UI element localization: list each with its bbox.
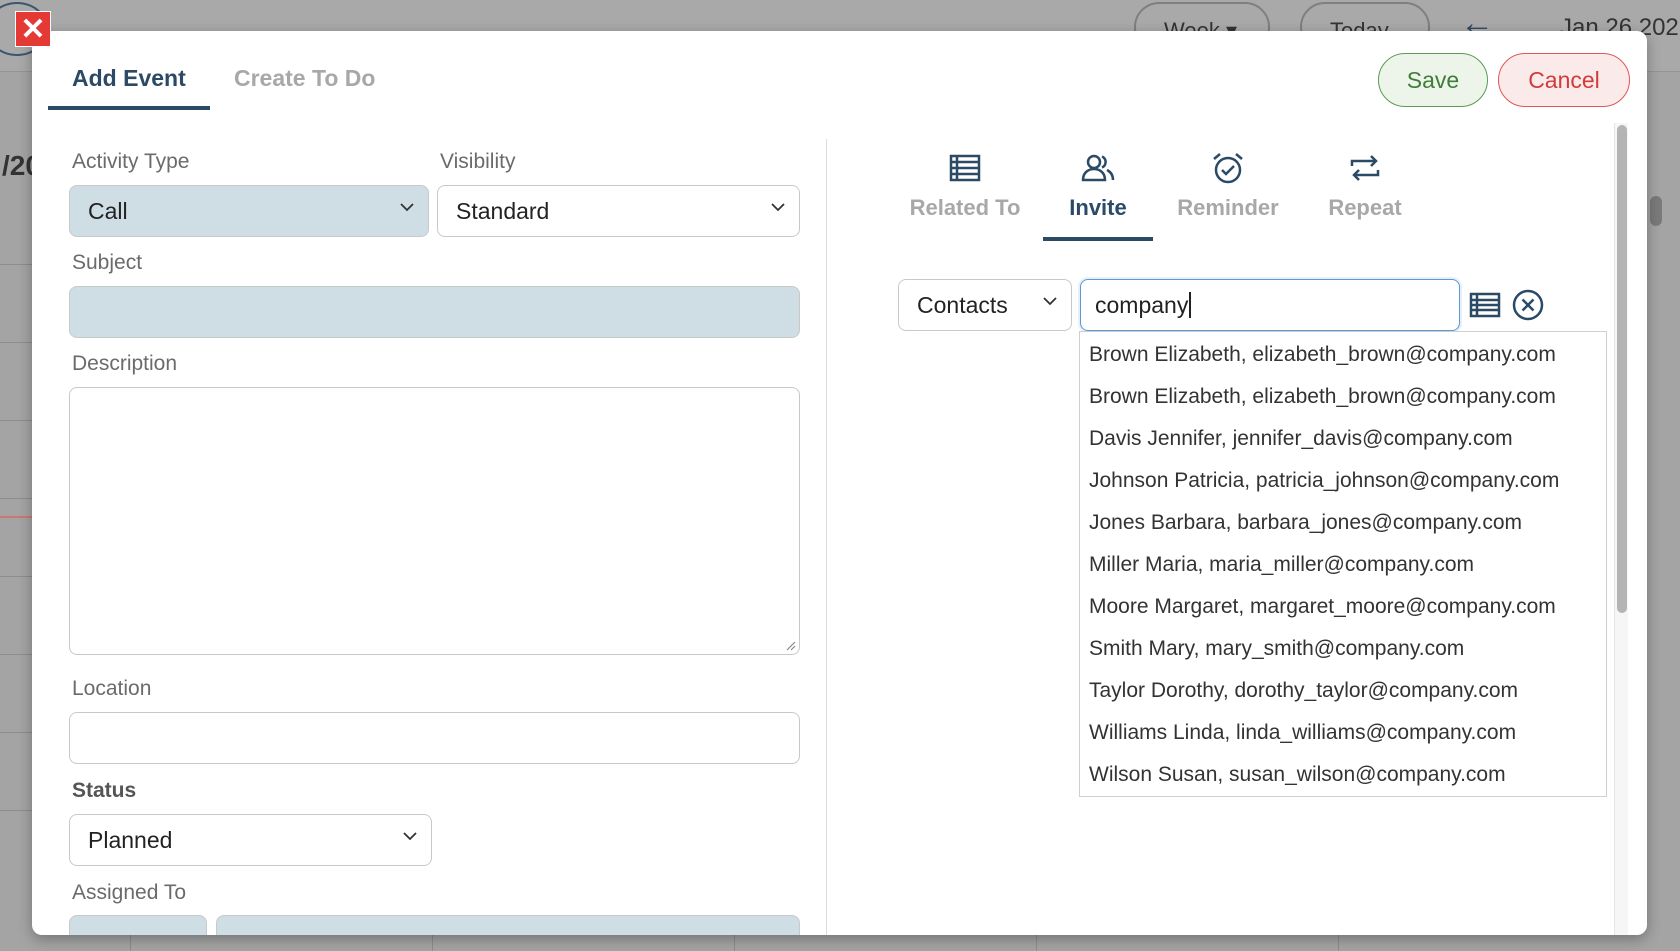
- clear-circle-icon[interactable]: [1511, 288, 1545, 322]
- modal-scrollbar-thumb[interactable]: [1617, 125, 1627, 613]
- tab-reminder-label: Reminder: [1177, 195, 1279, 220]
- tab-add-event[interactable]: Add Event: [72, 65, 186, 92]
- current-time-line: [0, 516, 34, 518]
- invite-results-dropdown: Brown Elizabeth, elizabeth_brown@company…: [1079, 331, 1607, 797]
- column-divider: [826, 139, 827, 935]
- assigned-to-type-select[interactable]: [69, 915, 207, 935]
- visibility-value: Standard: [456, 198, 550, 224]
- grid-line: [0, 420, 34, 421]
- visibility-label: Visibility: [440, 150, 516, 173]
- active-tab-indicator: [48, 106, 210, 110]
- list-item[interactable]: Taylor Dorothy, dorothy_taylor@company.c…: [1080, 670, 1606, 712]
- background-scrollbar: [1650, 196, 1662, 226]
- tab-repeat[interactable]: Repeat: [1300, 151, 1430, 221]
- subject-field[interactable]: [69, 286, 800, 338]
- list-item[interactable]: Williams Linda, linda_williams@company.c…: [1080, 712, 1606, 754]
- location-label: Location: [72, 677, 152, 700]
- chevron-down-icon: [403, 832, 417, 841]
- tab-reminder[interactable]: Reminder: [1163, 151, 1293, 221]
- grid-line: [0, 342, 34, 343]
- invite-type-select[interactable]: Contacts: [898, 279, 1072, 331]
- list-item[interactable]: Jones Barbara, barbara_jones@company.com: [1080, 502, 1606, 544]
- tab-invite-label: Invite: [1069, 195, 1127, 220]
- list-item[interactable]: Brown Elizabeth, elizabeth_brown@company…: [1080, 376, 1606, 418]
- close-icon[interactable]: ✕: [15, 11, 51, 47]
- activity-type-select[interactable]: Call: [69, 185, 429, 237]
- list-item[interactable]: Johnson Patricia, patricia_johnson@compa…: [1080, 460, 1606, 502]
- tab-repeat-label: Repeat: [1328, 195, 1402, 220]
- tab-create-to-do[interactable]: Create To Do: [234, 65, 375, 92]
- status-label: Status: [72, 779, 137, 802]
- chevron-down-icon: [400, 203, 414, 212]
- people-icon: [1081, 154, 1115, 182]
- save-button[interactable]: Save: [1378, 53, 1488, 107]
- description-textarea[interactable]: [69, 387, 800, 655]
- status-select[interactable]: Planned: [69, 814, 432, 866]
- grid-line: [0, 732, 34, 733]
- grid-line: [0, 654, 34, 655]
- active-right-tab-indicator: [1043, 237, 1153, 241]
- repeat-icon: [1350, 155, 1380, 181]
- visibility-select[interactable]: Standard: [437, 185, 800, 237]
- list-item[interactable]: Moore Margaret, margaret_moore@company.c…: [1080, 586, 1606, 628]
- chevron-down-icon: [1043, 297, 1057, 306]
- list-icon: [949, 154, 981, 182]
- invite-type-value: Contacts: [917, 292, 1008, 318]
- list-icon[interactable]: [1468, 288, 1502, 322]
- status-value: Planned: [88, 827, 173, 853]
- location-field[interactable]: [69, 712, 800, 764]
- grid-line: [0, 810, 34, 811]
- assigned-to-field[interactable]: [216, 915, 800, 935]
- tab-related-to-label: Related To: [909, 195, 1021, 220]
- grid-line: [0, 498, 34, 499]
- grid-line: [0, 264, 34, 265]
- list-item[interactable]: Miller Maria, maria_miller@company.com: [1080, 544, 1606, 586]
- activity-type-value: Call: [88, 198, 128, 224]
- invite-search-input[interactable]: company: [1080, 279, 1460, 331]
- invite-search-value: company: [1095, 292, 1189, 318]
- list-item[interactable]: Smith Mary, mary_smith@company.com: [1080, 628, 1606, 670]
- text-caret: [1189, 292, 1191, 318]
- tab-invite[interactable]: Invite: [1033, 151, 1163, 221]
- list-item[interactable]: Davis Jennifer, jennifer_davis@company.c…: [1080, 418, 1606, 460]
- resize-handle-icon[interactable]: [784, 639, 796, 651]
- chevron-down-icon: [771, 203, 785, 212]
- list-item[interactable]: Wilson Susan, susan_wilson@company.com: [1080, 754, 1606, 796]
- description-label: Description: [72, 352, 178, 375]
- grid-line: [0, 576, 34, 577]
- add-event-modal: Add Event Create To Do Save Cancel Activ…: [32, 31, 1647, 935]
- cancel-button[interactable]: Cancel: [1498, 53, 1630, 107]
- tab-related-to[interactable]: Related To: [900, 151, 1030, 221]
- assigned-to-label: Assigned To: [72, 881, 187, 904]
- activity-type-label: Activity Type: [72, 150, 190, 173]
- alarm-clock-icon: [1213, 153, 1243, 184]
- subject-label: Subject: [72, 251, 143, 274]
- list-item[interactable]: Brown Elizabeth, elizabeth_brown@company…: [1080, 334, 1606, 376]
